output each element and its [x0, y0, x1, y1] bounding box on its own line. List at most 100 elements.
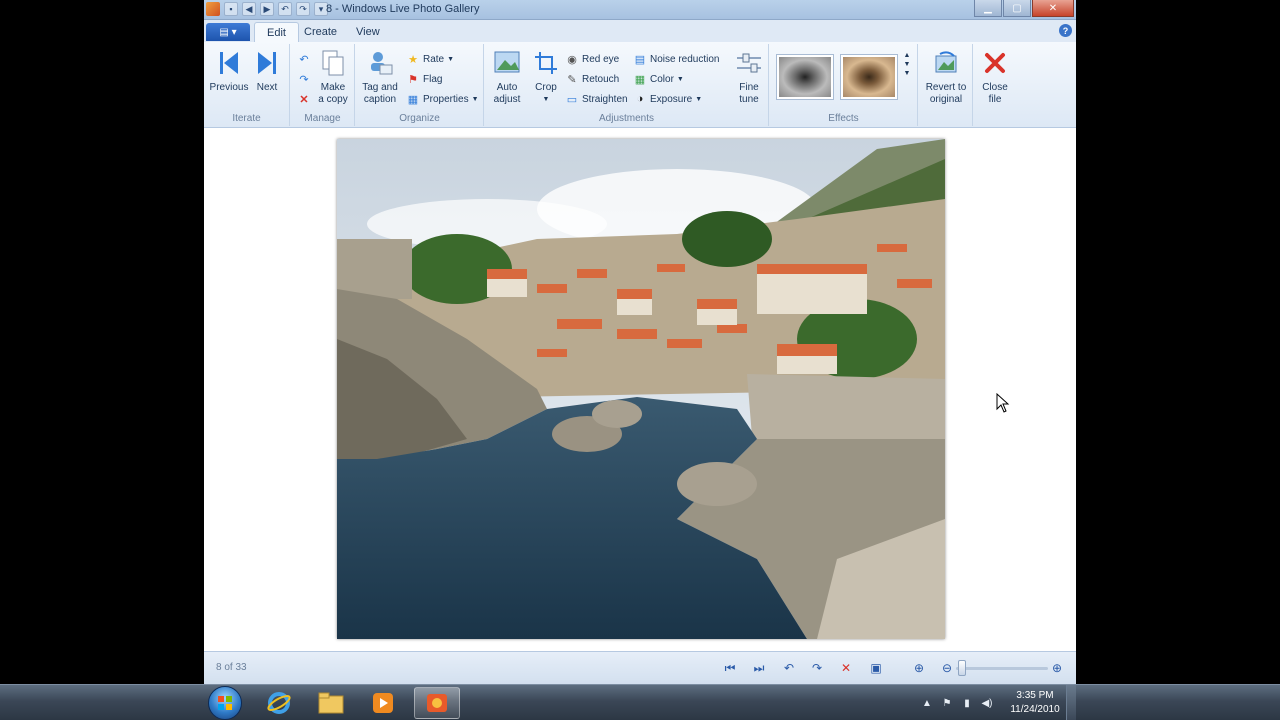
effect-black-and-white[interactable]	[776, 54, 834, 100]
tag-caption-button[interactable]: Tag and caption	[358, 48, 402, 106]
photo-gallery-window: ▪ ◀ ▶ ↶ ↷ ▾ 8 - Windows Live Photo Galle…	[204, 0, 1076, 684]
rate-button[interactable]: ★ Rate ▼	[406, 50, 454, 68]
revert-to-original-button[interactable]: Revert to original	[921, 48, 971, 106]
forward-icon[interactable]: ▶	[260, 2, 274, 16]
color-button[interactable]: ▦ Color ▼	[633, 70, 684, 88]
maximize-button[interactable]: ▢	[1003, 0, 1031, 17]
effect-sepia[interactable]	[840, 54, 898, 100]
zoom-slider-track[interactable]	[956, 667, 1048, 670]
group-label-manage: Manage	[304, 113, 341, 124]
file-menu-icon[interactable]: ▪	[224, 2, 238, 16]
taskbar-photo-gallery[interactable]	[414, 687, 460, 719]
volume-icon[interactable]: ◀)	[980, 696, 994, 710]
delete-icon: ✕	[299, 93, 309, 106]
fine-tune-button[interactable]: Fine tune	[733, 48, 765, 106]
show-hidden-icons-icon[interactable]: ▲	[920, 696, 934, 710]
back-icon[interactable]: ◀	[242, 2, 256, 16]
effects-gallery-scroll[interactable]: ▲ ▼ ▼	[902, 52, 912, 102]
auto-adjust-icon	[492, 48, 522, 78]
effects-up-icon[interactable]: ▲	[904, 52, 911, 59]
close-file-label-1: Close	[982, 82, 1008, 93]
photo-gallery-icon	[427, 694, 447, 712]
group-adjustments: Auto adjust Crop ▼ ◉ Red eye ✎ Retouch ▭…	[485, 44, 769, 126]
photo[interactable]	[337, 139, 945, 639]
status-bar: 8 of 33 ⏮ ⏭ ↶ ↷ ✕ ▣ ⊕ ⊖ ⊕	[204, 651, 1076, 684]
close-file-button[interactable]: Close file	[978, 48, 1012, 106]
retouch-button[interactable]: ✎ Retouch	[565, 70, 619, 88]
redo-icon[interactable]: ↷	[296, 2, 310, 16]
auto-adjust-label-2: adjust	[493, 94, 521, 105]
group-label-iterate: Iterate	[232, 113, 261, 124]
taskbar-internet-explorer[interactable]	[256, 687, 302, 719]
internet-explorer-icon	[267, 692, 291, 714]
straighten-label: Straighten	[582, 93, 628, 105]
properties-button[interactable]: ▦ Properties ▼	[406, 90, 479, 108]
network-icon[interactable]: ▮	[960, 696, 974, 710]
tab-create[interactable]: Create	[292, 22, 349, 42]
undo-icon[interactable]: ↶	[278, 2, 292, 16]
exposure-button[interactable]: ◑ Exposure ▼	[633, 90, 703, 108]
status-previous-icon[interactable]: ⏮	[721, 659, 739, 677]
effects-down-icon[interactable]: ▼	[904, 61, 911, 68]
noise-reduction-label: Noise reduction	[650, 53, 720, 65]
star-icon: ★	[408, 53, 418, 66]
clock-time: 3:35 PM	[1016, 690, 1054, 701]
rotate-right-icon: ↷	[299, 73, 309, 86]
crop-button[interactable]: Crop ▼	[529, 48, 563, 106]
help-icon[interactable]: ?	[1059, 24, 1072, 37]
red-eye-button[interactable]: ◉ Red eye	[565, 50, 619, 68]
system-tray: ▲ ⚑ ▮ ◀)	[920, 687, 994, 719]
group-label-adjustments: Adjustments	[598, 113, 655, 124]
start-button[interactable]	[208, 686, 242, 720]
exposure-icon: ◑	[636, 93, 644, 105]
group-revert: Revert to original	[919, 44, 973, 126]
taskbar-media-player[interactable]	[360, 687, 406, 719]
next-button[interactable]: Next	[250, 48, 284, 94]
minimize-button[interactable]: ▁	[974, 0, 1002, 17]
status-next-icon[interactable]: ⏭	[750, 659, 768, 677]
ribbon: Previous Next Iterate ↶ ↷ ✕ Make a copy …	[204, 42, 1076, 128]
zoom-slider-thumb[interactable]	[958, 660, 966, 676]
actual-size-icon[interactable]: ⊕	[910, 659, 928, 677]
close-file-icon	[980, 48, 1010, 78]
action-center-icon[interactable]: ⚑	[940, 696, 954, 710]
auto-adjust-button[interactable]: Auto adjust	[487, 48, 527, 106]
rotate-left-button[interactable]: ↶	[297, 50, 311, 68]
tab-view[interactable]: View	[344, 22, 392, 42]
slideshow-icon[interactable]: ▣	[867, 659, 885, 677]
clock[interactable]: 3:35 PM 11/24/2010	[1004, 689, 1066, 717]
status-rotate-left-icon[interactable]: ↶	[780, 659, 798, 677]
delete-button[interactable]: ✕	[297, 90, 311, 108]
status-rotate-right-icon[interactable]: ↷	[808, 659, 826, 677]
taskbar-windows-explorer[interactable]	[308, 687, 354, 719]
straighten-button[interactable]: ▭ Straighten	[565, 90, 628, 108]
rotate-right-button[interactable]: ↷	[297, 70, 311, 88]
windows-logo-icon	[218, 696, 232, 710]
clock-date: 11/24/2010	[1010, 704, 1060, 715]
exposure-dropdown-icon: ▼	[695, 95, 703, 103]
color-label: Color	[650, 73, 674, 85]
fine-tune-icon	[734, 48, 764, 78]
next-icon	[252, 48, 282, 78]
status-delete-icon[interactable]: ✕	[837, 659, 855, 677]
revert-label-1: Revert to	[925, 82, 967, 93]
flag-icon: ⚑	[408, 73, 418, 86]
effects-more-icon[interactable]: ▼	[904, 70, 911, 77]
tag-caption-label-2: caption	[363, 94, 397, 105]
flag-button[interactable]: ⚑ Flag	[406, 70, 442, 88]
window-controls: ▁ ▢ ✕	[974, 0, 1074, 17]
show-desktop-button[interactable]	[1066, 685, 1076, 720]
make-copy-button[interactable]: Make a copy	[315, 48, 351, 106]
close-window-button[interactable]: ✕	[1032, 0, 1074, 17]
application-menu-button[interactable]: ▤ ▾	[206, 23, 250, 41]
properties-label: Properties	[423, 93, 469, 105]
noise-reduction-button[interactable]: ▤ Noise reduction	[633, 50, 720, 68]
zoom-in-icon[interactable]: ⊕	[1048, 659, 1066, 677]
zoom-out-icon[interactable]: ⊖	[938, 659, 956, 677]
make-copy-label-2: a copy	[318, 94, 348, 105]
app-icon[interactable]	[206, 2, 220, 16]
previous-button[interactable]: Previous	[210, 48, 248, 94]
straighten-icon: ▭	[566, 93, 578, 106]
previous-label: Previous	[209, 82, 249, 93]
noise-reduction-icon: ▤	[634, 53, 646, 66]
